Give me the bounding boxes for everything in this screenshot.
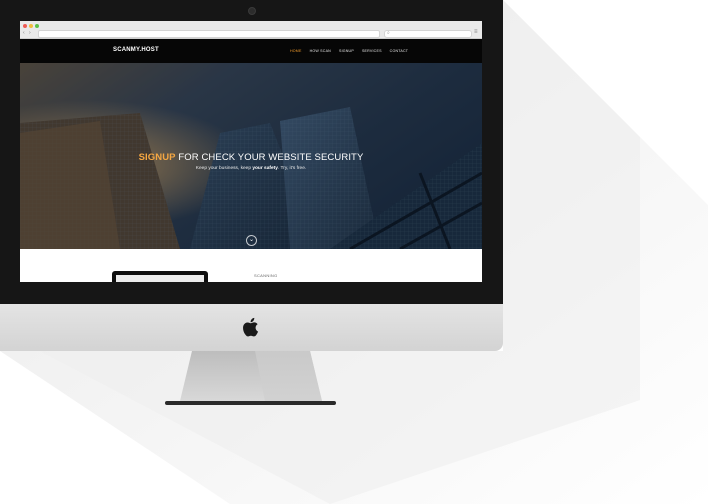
hero-subtitle-pre: Keep your business, keep — [195, 166, 253, 171]
camera-icon — [248, 7, 256, 15]
minimize-window-icon[interactable] — [29, 24, 33, 28]
browser-search-input[interactable]: ⌕ — [384, 30, 472, 38]
apple-logo — [243, 317, 259, 337]
browser-toolbar: ‹ › ⌕ ≡ — [20, 21, 482, 39]
hero-section: SIGNUP FOR CHECK YOUR WEBSITE SECURITY K… — [20, 63, 482, 249]
hero-title-accent[interactable]: SIGNUP — [139, 152, 176, 163]
site-logo[interactable]: SCANMY.HOST — [113, 47, 159, 53]
screen: ‹ › ⌕ ≡ SCANMY.HOST HOME HOW SCAN SIGNUP… — [20, 21, 482, 282]
forward-icon[interactable]: › — [29, 30, 31, 36]
scanning-heading: SCANNING — [254, 273, 278, 278]
hero-subtitle-bold: your safety — [252, 166, 278, 171]
scan-section: SCANNING — [20, 249, 482, 282]
nav-item-how-scan[interactable]: HOW SCAN — [310, 49, 331, 53]
nav-menu: HOME HOW SCAN SIGNUP SERVICES CONTACT — [290, 49, 408, 53]
nav-item-home[interactable]: HOME — [290, 49, 302, 53]
address-bar[interactable] — [38, 30, 380, 38]
hero-title-rest: FOR CHECK YOUR WEBSITE SECURITY — [175, 152, 364, 163]
hero-subtitle-post: . Try, it's free. — [277, 166, 307, 171]
nav-item-contact[interactable]: CONTACT — [390, 49, 409, 53]
site-navbar: SCANMY.HOST HOME HOW SCAN SIGNUP SERVICE… — [20, 39, 482, 63]
monitor-bezel: ‹ › ⌕ ≡ SCANMY.HOST HOME HOW SCAN SIGNUP… — [0, 0, 503, 304]
maximize-window-icon[interactable] — [35, 24, 39, 28]
scroll-down-button[interactable]: ⌄ — [246, 235, 257, 246]
chevron-down-icon: ⌄ — [249, 237, 255, 243]
nav-item-services[interactable]: SERVICES — [362, 49, 382, 53]
back-icon[interactable]: ‹ — [23, 30, 25, 36]
search-icon: ⌕ — [387, 30, 390, 36]
hero-title: SIGNUP FOR CHECK YOUR WEBSITE SECURITY — [20, 152, 482, 163]
close-window-icon[interactable] — [23, 24, 27, 28]
nav-item-signup[interactable]: SIGNUP — [339, 49, 354, 53]
laptop-screen — [116, 275, 204, 282]
hero-subtitle: Keep your business, keep your safety. Tr… — [20, 166, 482, 171]
browser-menu-icon[interactable]: ≡ — [474, 29, 478, 35]
laptop-illustration — [112, 271, 208, 282]
